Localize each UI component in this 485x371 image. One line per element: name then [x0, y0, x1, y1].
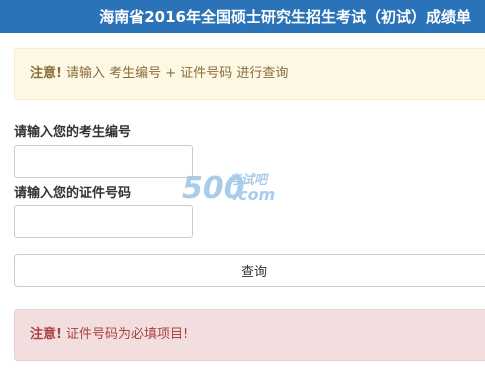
error-alert-text: 证件号码为必填项目! — [65, 327, 189, 342]
exam-id-input[interactable] — [14, 145, 193, 178]
watermark-logo-icon: 500 考试吧 .com — [182, 171, 275, 206]
query-button[interactable]: 查询 — [14, 254, 485, 287]
error-alert-prefix: 注意! — [30, 327, 62, 342]
id-number-label: 请输入您的证件号码 — [14, 186, 132, 201]
page-header: 海南省2016年全国硕士研究生招生考试（初试）成绩单 — [0, 0, 485, 33]
watermark-line2: .com — [232, 185, 275, 204]
instruction-alert-prefix: 注意! — [30, 66, 62, 81]
instruction-alert: 注意! 请输入 考生编号 + 证件号码 进行查询 — [14, 48, 485, 100]
instruction-alert-text: 请输入 考生编号 + 证件号码 进行查询 — [65, 66, 289, 81]
exam-id-label: 请输入您的考生编号 — [14, 125, 132, 140]
error-alert: 注意! 证件号码为必填项目! — [14, 309, 485, 361]
id-number-input[interactable] — [14, 205, 193, 238]
page-title: 海南省2016年全国硕士研究生招生考试（初试）成绩单 — [99, 8, 471, 26]
